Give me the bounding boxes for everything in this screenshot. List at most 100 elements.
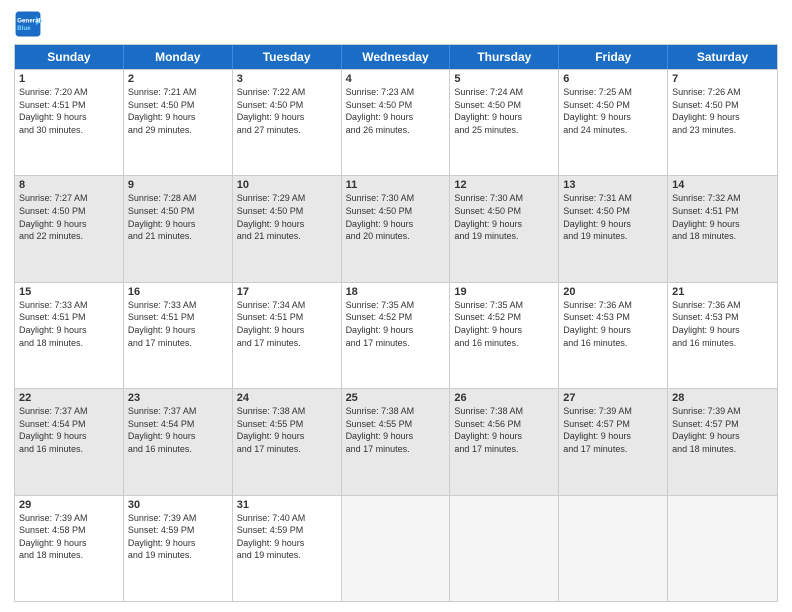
calendar-cell: 29Sunrise: 7:39 AM Sunset: 4:58 PM Dayli… — [15, 496, 124, 601]
day-number: 3 — [237, 73, 337, 85]
day-number: 25 — [346, 392, 446, 404]
calendar-cell — [342, 496, 451, 601]
calendar-row: 29Sunrise: 7:39 AM Sunset: 4:58 PM Dayli… — [15, 495, 777, 601]
day-info: Sunrise: 7:33 AM Sunset: 4:51 PM Dayligh… — [128, 299, 228, 349]
calendar-cell: 16Sunrise: 7:33 AM Sunset: 4:51 PM Dayli… — [124, 283, 233, 388]
day-info: Sunrise: 7:35 AM Sunset: 4:52 PM Dayligh… — [346, 299, 446, 349]
day-number: 22 — [19, 392, 119, 404]
calendar-row: 15Sunrise: 7:33 AM Sunset: 4:51 PM Dayli… — [15, 282, 777, 388]
day-number: 1 — [19, 73, 119, 85]
day-info: Sunrise: 7:31 AM Sunset: 4:50 PM Dayligh… — [563, 192, 663, 242]
calendar-cell: 10Sunrise: 7:29 AM Sunset: 4:50 PM Dayli… — [233, 176, 342, 281]
day-info: Sunrise: 7:23 AM Sunset: 4:50 PM Dayligh… — [346, 86, 446, 136]
day-info: Sunrise: 7:39 AM Sunset: 4:59 PM Dayligh… — [128, 512, 228, 562]
day-number: 13 — [563, 179, 663, 191]
day-number: 14 — [672, 179, 773, 191]
day-number: 24 — [237, 392, 337, 404]
day-number: 18 — [346, 286, 446, 298]
day-number: 28 — [672, 392, 773, 404]
svg-text:Blue: Blue — [17, 25, 31, 32]
day-number: 20 — [563, 286, 663, 298]
calendar-body: 1Sunrise: 7:20 AM Sunset: 4:51 PM Daylig… — [15, 69, 777, 601]
calendar-cell: 3Sunrise: 7:22 AM Sunset: 4:50 PM Daylig… — [233, 70, 342, 175]
calendar-cell: 18Sunrise: 7:35 AM Sunset: 4:52 PM Dayli… — [342, 283, 451, 388]
day-info: Sunrise: 7:38 AM Sunset: 4:56 PM Dayligh… — [454, 405, 554, 455]
calendar-cell: 30Sunrise: 7:39 AM Sunset: 4:59 PM Dayli… — [124, 496, 233, 601]
calendar-cell: 23Sunrise: 7:37 AM Sunset: 4:54 PM Dayli… — [124, 389, 233, 494]
day-info: Sunrise: 7:34 AM Sunset: 4:51 PM Dayligh… — [237, 299, 337, 349]
day-number: 16 — [128, 286, 228, 298]
day-info: Sunrise: 7:27 AM Sunset: 4:50 PM Dayligh… — [19, 192, 119, 242]
calendar-cell: 25Sunrise: 7:38 AM Sunset: 4:55 PM Dayli… — [342, 389, 451, 494]
day-info: Sunrise: 7:33 AM Sunset: 4:51 PM Dayligh… — [19, 299, 119, 349]
calendar-cell: 22Sunrise: 7:37 AM Sunset: 4:54 PM Dayli… — [15, 389, 124, 494]
day-number: 6 — [563, 73, 663, 85]
day-info: Sunrise: 7:29 AM Sunset: 4:50 PM Dayligh… — [237, 192, 337, 242]
day-info: Sunrise: 7:32 AM Sunset: 4:51 PM Dayligh… — [672, 192, 773, 242]
day-info: Sunrise: 7:39 AM Sunset: 4:58 PM Dayligh… — [19, 512, 119, 562]
calendar-cell: 6Sunrise: 7:25 AM Sunset: 4:50 PM Daylig… — [559, 70, 668, 175]
calendar-cell: 31Sunrise: 7:40 AM Sunset: 4:59 PM Dayli… — [233, 496, 342, 601]
day-info: Sunrise: 7:38 AM Sunset: 4:55 PM Dayligh… — [237, 405, 337, 455]
calendar: SundayMondayTuesdayWednesdayThursdayFrid… — [14, 44, 778, 602]
day-info: Sunrise: 7:35 AM Sunset: 4:52 PM Dayligh… — [454, 299, 554, 349]
calendar-header-cell: Friday — [559, 45, 668, 69]
calendar-cell: 19Sunrise: 7:35 AM Sunset: 4:52 PM Dayli… — [450, 283, 559, 388]
day-number: 4 — [346, 73, 446, 85]
calendar-cell: 28Sunrise: 7:39 AM Sunset: 4:57 PM Dayli… — [668, 389, 777, 494]
day-number: 23 — [128, 392, 228, 404]
calendar-cell: 26Sunrise: 7:38 AM Sunset: 4:56 PM Dayli… — [450, 389, 559, 494]
day-info: Sunrise: 7:38 AM Sunset: 4:55 PM Dayligh… — [346, 405, 446, 455]
day-info: Sunrise: 7:37 AM Sunset: 4:54 PM Dayligh… — [128, 405, 228, 455]
day-info: Sunrise: 7:22 AM Sunset: 4:50 PM Dayligh… — [237, 86, 337, 136]
calendar-row: 22Sunrise: 7:37 AM Sunset: 4:54 PM Dayli… — [15, 388, 777, 494]
calendar-cell: 8Sunrise: 7:27 AM Sunset: 4:50 PM Daylig… — [15, 176, 124, 281]
calendar-cell: 2Sunrise: 7:21 AM Sunset: 4:50 PM Daylig… — [124, 70, 233, 175]
calendar-cell: 15Sunrise: 7:33 AM Sunset: 4:51 PM Dayli… — [15, 283, 124, 388]
logo: General Blue — [14, 10, 46, 38]
calendar-cell — [559, 496, 668, 601]
day-info: Sunrise: 7:36 AM Sunset: 4:53 PM Dayligh… — [672, 299, 773, 349]
day-info: Sunrise: 7:21 AM Sunset: 4:50 PM Dayligh… — [128, 86, 228, 136]
day-number: 8 — [19, 179, 119, 191]
calendar-cell: 21Sunrise: 7:36 AM Sunset: 4:53 PM Dayli… — [668, 283, 777, 388]
day-number: 9 — [128, 179, 228, 191]
day-number: 2 — [128, 73, 228, 85]
day-info: Sunrise: 7:37 AM Sunset: 4:54 PM Dayligh… — [19, 405, 119, 455]
day-info: Sunrise: 7:36 AM Sunset: 4:53 PM Dayligh… — [563, 299, 663, 349]
day-number: 7 — [672, 73, 773, 85]
calendar-header-cell: Tuesday — [233, 45, 342, 69]
calendar-row: 8Sunrise: 7:27 AM Sunset: 4:50 PM Daylig… — [15, 175, 777, 281]
day-number: 10 — [237, 179, 337, 191]
calendar-cell — [668, 496, 777, 601]
day-number: 29 — [19, 499, 119, 511]
calendar-cell: 1Sunrise: 7:20 AM Sunset: 4:51 PM Daylig… — [15, 70, 124, 175]
day-info: Sunrise: 7:26 AM Sunset: 4:50 PM Dayligh… — [672, 86, 773, 136]
calendar-cell: 14Sunrise: 7:32 AM Sunset: 4:51 PM Dayli… — [668, 176, 777, 281]
calendar-cell: 12Sunrise: 7:30 AM Sunset: 4:50 PM Dayli… — [450, 176, 559, 281]
day-number: 5 — [454, 73, 554, 85]
calendar-header: SundayMondayTuesdayWednesdayThursdayFrid… — [15, 45, 777, 69]
day-info: Sunrise: 7:39 AM Sunset: 4:57 PM Dayligh… — [672, 405, 773, 455]
day-info: Sunrise: 7:20 AM Sunset: 4:51 PM Dayligh… — [19, 86, 119, 136]
day-number: 17 — [237, 286, 337, 298]
day-number: 21 — [672, 286, 773, 298]
day-number: 19 — [454, 286, 554, 298]
page: General Blue SundayMondayTuesdayWednesda… — [0, 0, 792, 612]
svg-text:General: General — [17, 17, 40, 24]
calendar-cell: 24Sunrise: 7:38 AM Sunset: 4:55 PM Dayli… — [233, 389, 342, 494]
day-info: Sunrise: 7:39 AM Sunset: 4:57 PM Dayligh… — [563, 405, 663, 455]
calendar-cell: 11Sunrise: 7:30 AM Sunset: 4:50 PM Dayli… — [342, 176, 451, 281]
day-number: 12 — [454, 179, 554, 191]
calendar-header-cell: Sunday — [15, 45, 124, 69]
calendar-header-cell: Saturday — [668, 45, 777, 69]
calendar-cell: 5Sunrise: 7:24 AM Sunset: 4:50 PM Daylig… — [450, 70, 559, 175]
day-info: Sunrise: 7:24 AM Sunset: 4:50 PM Dayligh… — [454, 86, 554, 136]
logo-icon: General Blue — [14, 10, 42, 38]
day-info: Sunrise: 7:30 AM Sunset: 4:50 PM Dayligh… — [346, 192, 446, 242]
day-number: 27 — [563, 392, 663, 404]
day-number: 15 — [19, 286, 119, 298]
day-info: Sunrise: 7:25 AM Sunset: 4:50 PM Dayligh… — [563, 86, 663, 136]
day-number: 26 — [454, 392, 554, 404]
calendar-cell: 9Sunrise: 7:28 AM Sunset: 4:50 PM Daylig… — [124, 176, 233, 281]
